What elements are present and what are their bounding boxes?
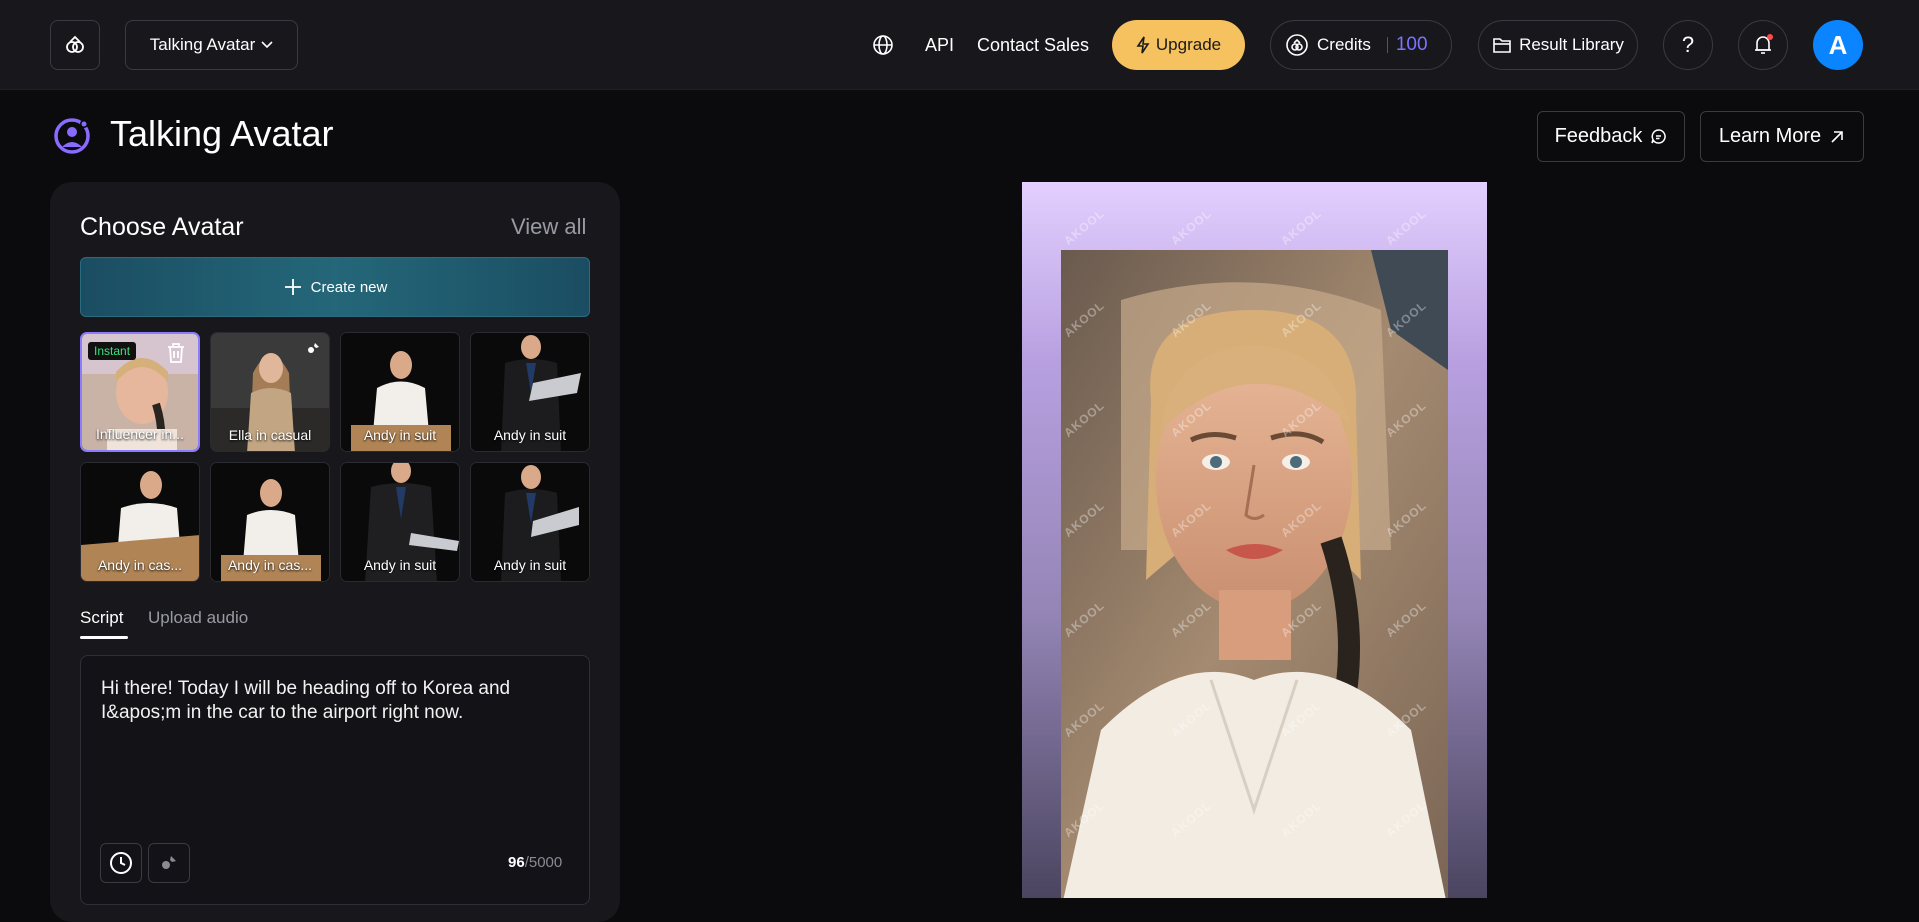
avatar-tile-label: Andy in suit bbox=[363, 557, 437, 573]
avatar-tile[interactable]: Andy in suit bbox=[340, 332, 460, 452]
avatar-tile-label: Andy in cas... bbox=[227, 557, 313, 573]
avatar-preview-image bbox=[1061, 250, 1448, 898]
notification-dot bbox=[1767, 34, 1773, 40]
chat-bubble-icon bbox=[1651, 129, 1667, 144]
credits-value: 100 bbox=[1395, 34, 1428, 55]
create-new-label: Create new bbox=[310, 278, 388, 296]
avatar-tile-label: Andy in suit bbox=[493, 427, 567, 443]
feedback-button[interactable]: Feedback bbox=[1537, 111, 1685, 162]
voice-icon bbox=[162, 856, 176, 869]
chevron-down-icon bbox=[261, 41, 273, 49]
help-button[interactable]: ? bbox=[1663, 20, 1713, 70]
top-bar: Talking Avatar API Contact Sales Upgrade… bbox=[0, 0, 1919, 90]
credits-divider bbox=[1386, 37, 1388, 53]
page-title: Talking Avatar bbox=[110, 113, 334, 154]
contact-sales-link[interactable]: Contact Sales bbox=[977, 20, 1089, 70]
character-counter: 96/5000 bbox=[508, 854, 562, 871]
avatar-tile[interactable]: Andy in suit bbox=[470, 462, 590, 582]
credits-icon bbox=[1286, 34, 1308, 56]
avatar-tile[interactable]: Andy in cas... bbox=[80, 462, 200, 582]
avatar-tile-label: Andy in suit bbox=[363, 427, 437, 443]
active-tab-indicator bbox=[80, 636, 128, 639]
feedback-label: Feedback bbox=[1554, 125, 1643, 147]
talking-avatar-icon bbox=[54, 118, 90, 154]
question-icon: ? bbox=[1681, 32, 1695, 57]
language-button[interactable] bbox=[868, 20, 898, 70]
avatar-tile-label: Influencer in... bbox=[96, 426, 184, 442]
avatar-tile[interactable]: Andy in suit bbox=[340, 462, 460, 582]
view-all-link[interactable]: View all bbox=[511, 214, 586, 240]
app-logo-button[interactable] bbox=[50, 20, 100, 70]
choose-avatar-heading: Choose Avatar bbox=[80, 213, 244, 241]
learn-more-button[interactable]: Learn More bbox=[1700, 111, 1864, 162]
watermark: AKOOL bbox=[1168, 206, 1215, 248]
learn-more-label: Learn More bbox=[1718, 125, 1822, 147]
clock-icon bbox=[110, 852, 132, 874]
script-text[interactable]: Hi there! Today I will be heading off to… bbox=[101, 677, 571, 725]
watermark: AKOOL bbox=[1383, 206, 1430, 248]
result-library-label: Result Library bbox=[1519, 35, 1624, 54]
watermark: AKOOL bbox=[1061, 206, 1108, 248]
tab-upload-audio[interactable]: Upload audio bbox=[148, 608, 248, 628]
character-count: 96 bbox=[508, 854, 525, 871]
voice-icon bbox=[308, 343, 319, 353]
credits-button[interactable]: Credits 100 bbox=[1270, 20, 1452, 70]
avatar-tile-label: Andy in cas... bbox=[97, 557, 183, 573]
create-new-button[interactable]: Create new bbox=[80, 257, 590, 317]
upgrade-label: Upgrade bbox=[1155, 35, 1222, 54]
globe-icon bbox=[873, 35, 893, 55]
product-select-label: Talking Avatar bbox=[149, 35, 256, 54]
avatar-tile[interactable]: Instant Influencer in... bbox=[80, 332, 200, 452]
avatar-tile[interactable]: Andy in suit bbox=[470, 332, 590, 452]
voice-effect-button[interactable] bbox=[148, 843, 190, 883]
avatar-tile-label: Ella in casual bbox=[228, 427, 312, 443]
credits-label: Credits bbox=[1317, 35, 1371, 54]
logo-icon bbox=[66, 35, 84, 53]
plus-icon bbox=[284, 279, 301, 295]
avatar-tile[interactable]: Andy in cas... bbox=[210, 462, 330, 582]
instant-badge: Instant bbox=[88, 342, 137, 360]
avatar-tile-label: Andy in suit bbox=[493, 557, 567, 573]
trash-icon[interactable] bbox=[166, 342, 186, 364]
upgrade-button[interactable]: Upgrade bbox=[1112, 20, 1245, 70]
avatar-tile[interactable]: Ella in casual bbox=[210, 332, 330, 452]
product-select[interactable]: Talking Avatar bbox=[125, 20, 298, 70]
result-library-button[interactable]: Result Library bbox=[1478, 20, 1638, 70]
notifications-button[interactable] bbox=[1738, 20, 1788, 70]
user-avatar[interactable]: A bbox=[1813, 20, 1863, 70]
avatar-preview: AKOOL AKOOL AKOOL AKOOL AKOOL AKOOL AKOO… bbox=[1022, 182, 1487, 898]
external-arrow-icon bbox=[1831, 130, 1843, 143]
pause-insert-button[interactable] bbox=[100, 843, 142, 883]
tab-script[interactable]: Script bbox=[80, 608, 123, 628]
folder-icon bbox=[1493, 38, 1511, 53]
lightning-icon bbox=[1136, 36, 1150, 54]
api-link[interactable]: API bbox=[925, 20, 954, 70]
watermark: AKOOL bbox=[1278, 206, 1325, 248]
character-max: /5000 bbox=[524, 854, 563, 871]
